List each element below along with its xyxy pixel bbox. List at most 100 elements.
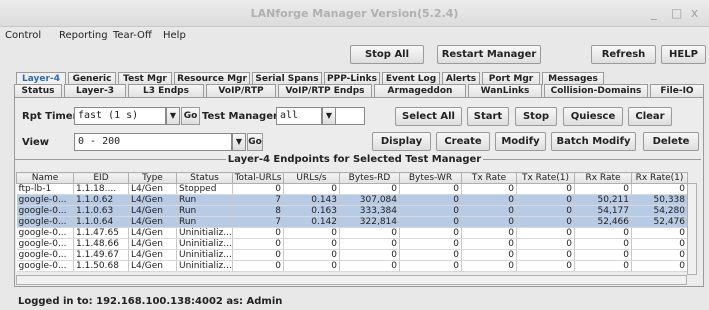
menu-bar: Control Reporting Tear-Off Help bbox=[0, 27, 709, 44]
table-cell: 322,814 bbox=[339, 216, 400, 228]
menu-tear-off[interactable]: Tear-Off bbox=[113, 30, 152, 41]
tab-wanlinks[interactable]: WanLinks bbox=[468, 84, 542, 97]
table-cell: 0 bbox=[399, 260, 462, 272]
table-cell: 0 bbox=[516, 216, 575, 228]
column-header[interactable]: URLs/s bbox=[283, 172, 340, 184]
view-dropdown-icon[interactable]: ▼ bbox=[232, 133, 246, 151]
clear-button[interactable]: Clear bbox=[628, 107, 672, 126]
minimize-icon[interactable]: _ bbox=[651, 6, 657, 20]
table-cell: Uninitializ... bbox=[176, 260, 233, 272]
table-row[interactable]: google-0... 1.1.47.65 L4/Gen Uninitializ...… bbox=[16, 227, 688, 239]
table-cell: 0 bbox=[399, 194, 462, 206]
table-body: ftp-lb-1 1.1.18.... L4/Gen Stopped 0 0 0 0 0 0 0 0 g… bbox=[16, 183, 688, 272]
table-row[interactable]: google-0... 1.1.48.66 L4/Gen Uninitializ...… bbox=[16, 238, 688, 250]
table-cell: 0 bbox=[574, 249, 632, 261]
table-cell: 52,476 bbox=[631, 216, 688, 228]
table-cell: google-0... bbox=[16, 249, 74, 261]
menu-control[interactable]: Control bbox=[5, 30, 41, 41]
rpt-timer-dropdown-icon[interactable]: ▼ bbox=[166, 107, 180, 125]
menu-reporting[interactable]: Reporting bbox=[59, 30, 108, 41]
refresh-button[interactable]: Refresh bbox=[591, 45, 656, 64]
table-row[interactable]: google-0... 1.1.0.63 L4/Gen Run 8 0.163 333,38… bbox=[16, 205, 688, 217]
tab-armageddon[interactable]: Armageddon bbox=[374, 84, 466, 97]
column-header[interactable]: Tx Rate bbox=[461, 172, 517, 184]
column-header[interactable]: Total-URLs bbox=[232, 172, 284, 184]
stop-button[interactable]: Stop bbox=[515, 107, 557, 126]
table-cell: 0 bbox=[631, 238, 688, 250]
menu-help[interactable]: Help bbox=[163, 30, 186, 41]
table-cell: 0 bbox=[631, 227, 688, 239]
column-header[interactable]: Name bbox=[16, 172, 74, 184]
view-go-button[interactable]: Go bbox=[247, 133, 263, 151]
table-row[interactable]: google-0... 1.1.49.67 L4/Gen Uninitializ...… bbox=[16, 249, 688, 261]
table-cell: 1.1.47.65 bbox=[73, 227, 129, 239]
table-cell: L4/Gen bbox=[128, 260, 177, 272]
table-cell: 1.1.0.64 bbox=[73, 216, 129, 228]
select-all-button[interactable]: Select All bbox=[395, 107, 462, 126]
table-cell: 54,177 bbox=[574, 205, 632, 217]
table-cell: 50,338 bbox=[631, 194, 688, 206]
test-manager-select[interactable]: all bbox=[276, 107, 322, 125]
table-cell: 0 bbox=[631, 249, 688, 261]
window-title: LANforge Manager Version(5.2.4) bbox=[250, 7, 459, 20]
tab-l3-endps[interactable]: L3 Endps bbox=[128, 84, 204, 97]
table-cell: L4/Gen bbox=[128, 194, 177, 206]
table-cell: 0 bbox=[516, 183, 575, 195]
table-cell: 0 bbox=[399, 227, 462, 239]
column-header[interactable]: Type bbox=[128, 172, 177, 184]
endpoints-group-title: Layer-4 Endpoints for Selected Test Mana… bbox=[225, 154, 484, 165]
table-cell: 0 bbox=[339, 183, 400, 195]
tab-file-io[interactable]: File-IO bbox=[650, 84, 704, 97]
column-header[interactable]: Bytes-WR bbox=[399, 172, 462, 184]
table-cell: 0 bbox=[339, 227, 400, 239]
table-cell: 0 bbox=[461, 216, 517, 228]
quiesce-button[interactable]: Quiesce bbox=[563, 107, 623, 126]
modify-button[interactable]: Modify bbox=[495, 132, 546, 151]
test-manager-label: Test Manager bbox=[202, 111, 278, 122]
table-vertical-scrollbar[interactable] bbox=[687, 183, 697, 275]
table-cell: 0 bbox=[232, 249, 284, 261]
test-manager-select-pad[interactable] bbox=[336, 107, 365, 125]
table-row[interactable]: google-0... 1.1.50.68 L4/Gen Uninitializ...… bbox=[16, 260, 688, 272]
column-header[interactable]: Rx Rate bbox=[574, 172, 632, 184]
display-button[interactable]: Display bbox=[372, 132, 431, 151]
test-manager-dropdown-icon[interactable]: ▼ bbox=[322, 107, 336, 125]
table-cell: 50,211 bbox=[574, 194, 632, 206]
table-cell: 0.163 bbox=[283, 205, 340, 217]
column-header[interactable]: Tx Rate(1) bbox=[516, 172, 575, 184]
table-cell: L4/Gen bbox=[128, 216, 177, 228]
help-button[interactable]: HELP bbox=[661, 45, 706, 64]
endpoints-group-title-wrap: Layer-4 Endpoints for Selected Test Mana… bbox=[0, 154, 709, 165]
column-header[interactable]: EID bbox=[73, 172, 129, 184]
tab-collision-domains[interactable]: Collision-Domains bbox=[544, 84, 648, 97]
column-header[interactable]: Bytes-RD bbox=[339, 172, 400, 184]
restart-manager-button[interactable]: Restart Manager bbox=[437, 45, 541, 64]
tab-layer-3[interactable]: Layer-3 bbox=[64, 84, 126, 97]
column-header[interactable]: Rx Rate(1) bbox=[631, 172, 688, 184]
table-cell: L4/Gen bbox=[128, 238, 177, 250]
maximize-icon[interactable]: □ bbox=[671, 6, 682, 20]
endpoints-table: Name EID Type Status Total-URLs URLs/s B… bbox=[16, 172, 688, 272]
view-range-select[interactable]: 0 - 200 bbox=[74, 133, 232, 151]
table-row[interactable]: google-0... 1.1.0.62 L4/Gen Run 7 0.143 307,08… bbox=[16, 194, 688, 206]
table-row[interactable]: google-0... 1.1.0.64 L4/Gen Run 7 0.142 322,81… bbox=[16, 216, 688, 228]
rpt-timer-go-button[interactable]: Go bbox=[181, 107, 200, 125]
delete-button[interactable]: Delete bbox=[643, 132, 699, 151]
table-cell: Run bbox=[176, 194, 233, 206]
tab-status[interactable]: Status bbox=[14, 84, 62, 97]
tab-voip-rtp-endps[interactable]: VoIP/RTP Endps bbox=[278, 84, 372, 97]
column-header[interactable]: Status bbox=[176, 172, 233, 184]
table-row[interactable]: ftp-lb-1 1.1.18.... L4/Gen Stopped 0 0 0 0 0 0 0 0 bbox=[16, 183, 688, 195]
create-button[interactable]: Create bbox=[436, 132, 490, 151]
table-horizontal-scrollbar[interactable] bbox=[16, 275, 687, 285]
batch-modify-button[interactable]: Batch Modify bbox=[551, 132, 636, 151]
table-cell: 0 bbox=[339, 249, 400, 261]
close-icon[interactable]: x bbox=[691, 6, 698, 20]
table-cell: 0 bbox=[631, 260, 688, 272]
stop-all-button[interactable]: Stop All bbox=[350, 45, 424, 64]
table-cell: google-0... bbox=[16, 216, 74, 228]
rpt-timer-select[interactable]: fast (1 s) bbox=[74, 107, 166, 125]
start-button[interactable]: Start bbox=[467, 107, 509, 126]
table-cell: 0 bbox=[283, 238, 340, 250]
tab-voip-rtp[interactable]: VoIP/RTP bbox=[206, 84, 276, 97]
